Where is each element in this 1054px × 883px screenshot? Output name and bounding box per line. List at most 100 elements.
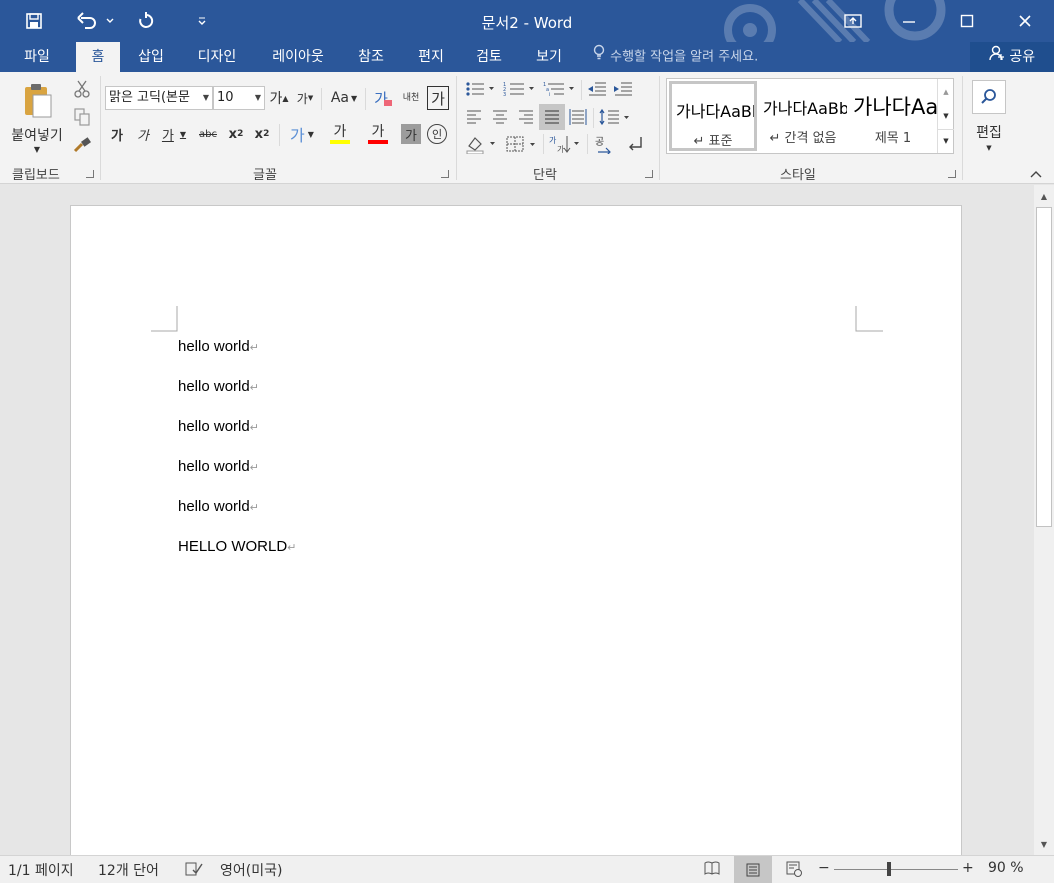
tab-design[interactable]: 디자인 <box>186 42 248 72</box>
tab-mailings[interactable]: 편지 <box>408 42 454 72</box>
editing-button[interactable]: 편집 ▼ <box>970 76 1008 156</box>
show-formatting-marks-icon[interactable] <box>623 132 647 156</box>
character-border-button[interactable]: 가 <box>427 86 449 110</box>
paragraph-line[interactable]: HELLO WORLD↵ <box>178 538 296 555</box>
text-effects-button[interactable]: 가 ▼ <box>285 122 319 146</box>
scrollbar-thumb[interactable] <box>1036 207 1052 527</box>
lightbulb-icon <box>592 42 606 72</box>
divider <box>365 88 366 110</box>
align-right-icon[interactable] <box>515 106 537 128</box>
distribute-icon[interactable] <box>567 106 589 128</box>
svg-text:i: i <box>549 92 550 97</box>
word-count[interactable]: 12개 단어 <box>98 860 159 880</box>
highlight-button[interactable]: 가 <box>323 122 357 146</box>
styles-launcher-icon[interactable] <box>948 170 956 178</box>
zoom-slider-track[interactable] <box>834 869 958 870</box>
change-case-button[interactable]: Aa ▼ <box>327 86 361 110</box>
superscript-button[interactable]: x2 <box>251 122 273 146</box>
zoom-level[interactable]: 90 % <box>988 860 1024 876</box>
paragraph-text: hello world <box>178 338 250 355</box>
minimize-icon[interactable] <box>892 8 926 34</box>
shading-icon[interactable] <box>463 132 499 156</box>
strikethrough-button[interactable]: abc <box>195 122 221 146</box>
justify-icon[interactable] <box>539 104 565 130</box>
gallery-more-icon[interactable]: ▼ <box>938 129 954 151</box>
font-launcher-icon[interactable] <box>441 170 449 178</box>
language[interactable]: 영어(미국) <box>220 860 282 880</box>
decrease-indent-icon[interactable] <box>585 78 609 100</box>
copy-icon[interactable] <box>72 106 92 128</box>
tell-me-box[interactable]: 수행할 작업을 알려 주세요. <box>592 42 758 72</box>
gallery-down-icon[interactable]: ▼ <box>938 105 954 127</box>
zoom-in-button[interactable]: + <box>962 860 974 876</box>
align-center-icon[interactable] <box>489 106 511 128</box>
style-normal[interactable]: 가나다AaBb ↵ 표준 <box>669 81 757 151</box>
enclose-characters-button[interactable]: 인 <box>427 124 447 144</box>
tab-home[interactable]: 홈 <box>76 42 120 72</box>
paragraph-line[interactable]: hello world↵ <box>178 338 259 355</box>
paste-button[interactable]: 붙여넣기 ▼ <box>8 78 66 158</box>
asian-layout-icon[interactable]: 공 <box>591 132 615 156</box>
tab-file[interactable]: 파일 <box>14 42 60 72</box>
divider <box>587 134 588 154</box>
divider <box>962 76 963 180</box>
phonetic-guide-button[interactable]: 내천 <box>399 86 423 110</box>
shrink-font-button[interactable]: 가 ▼ <box>295 86 315 110</box>
font-color-button[interactable]: 가 <box>361 122 395 146</box>
document-page[interactable]: hello world↵ hello world↵ hello world↵ h… <box>70 205 962 865</box>
bold-button[interactable]: 가 <box>107 122 127 146</box>
paragraph-launcher-icon[interactable] <box>645 170 653 178</box>
ribbon-display-icon[interactable] <box>836 8 870 34</box>
zoom-out-button[interactable]: − <box>818 860 830 876</box>
share-button[interactable]: 공유 <box>970 42 1054 72</box>
collapse-ribbon-icon[interactable] <box>1026 166 1046 182</box>
align-left-icon[interactable] <box>463 106 485 128</box>
scroll-up-icon[interactable]: ▲ <box>1034 187 1054 205</box>
numbering-icon[interactable]: 123 <box>501 78 537 100</box>
scroll-down-icon[interactable]: ▼ <box>1034 835 1054 853</box>
paragraph-text: hello world <box>178 378 250 395</box>
web-layout-icon[interactable] <box>786 861 802 881</box>
zoom-slider-thumb[interactable] <box>887 862 891 876</box>
clipboard-launcher-icon[interactable] <box>86 170 94 178</box>
font-size-value: 10 <box>217 90 234 105</box>
paragraph-mark: ↵ <box>249 382 259 394</box>
grow-font-button[interactable]: 가 ▲ <box>269 86 289 110</box>
sort-icon[interactable]: 가가 <box>547 132 583 156</box>
font-name-combo[interactable]: 맑은 고딕(본문 ▼ <box>105 86 213 110</box>
close-icon[interactable] <box>1008 8 1042 34</box>
format-painter-icon[interactable] <box>72 134 92 156</box>
clear-formatting-button[interactable]: 가 <box>371 86 395 110</box>
tab-layout[interactable]: 레이아웃 <box>262 42 334 72</box>
font-size-combo[interactable]: 10 ▼ <box>213 86 265 110</box>
tab-review[interactable]: 검토 <box>466 42 512 72</box>
paragraph-line[interactable]: hello world↵ <box>178 458 259 475</box>
tab-references[interactable]: 참조 <box>348 42 394 72</box>
increase-indent-icon[interactable] <box>611 78 635 100</box>
multilevel-list-icon[interactable]: 1ai <box>541 78 577 100</box>
paragraph-line[interactable]: hello world↵ <box>178 378 259 395</box>
line-spacing-icon[interactable] <box>597 106 633 128</box>
subscript-mark: 2 <box>237 129 244 139</box>
underline-button[interactable]: 가 ▼ <box>157 122 191 146</box>
subscript-button[interactable]: x2 <box>225 122 247 146</box>
tab-view[interactable]: 보기 <box>526 42 572 72</box>
maximize-icon[interactable] <box>950 8 984 34</box>
gallery-up-icon[interactable]: ▲ <box>938 81 954 103</box>
paragraph-line[interactable]: hello world↵ <box>178 498 259 515</box>
styles-gallery: 가나다AaBb ↵ 표준 가나다AaBb ↵ 간격 없음 가나다Aa 제목 1 … <box>666 78 954 154</box>
character-shading-button[interactable]: 가 <box>401 124 421 144</box>
vertical-scrollbar[interactable]: ▲ ▼ <box>1034 185 1054 855</box>
print-layout-icon[interactable] <box>734 856 772 883</box>
style-no-spacing[interactable]: 가나다AaBb ↵ 간격 없음 <box>759 81 847 151</box>
proofing-icon[interactable] <box>184 861 204 881</box>
tab-insert[interactable]: 삽입 <box>128 42 174 72</box>
italic-button[interactable]: 가 <box>133 122 153 146</box>
style-heading-1[interactable]: 가나다Aa 제목 1 <box>849 81 937 151</box>
cut-icon[interactable] <box>72 78 92 100</box>
borders-icon[interactable] <box>503 132 539 156</box>
paragraph-line[interactable]: hello world↵ <box>178 418 259 435</box>
page-count[interactable]: 1/1 페이지 <box>8 860 74 880</box>
bullets-icon[interactable] <box>463 78 497 100</box>
read-mode-icon[interactable] <box>704 861 720 879</box>
